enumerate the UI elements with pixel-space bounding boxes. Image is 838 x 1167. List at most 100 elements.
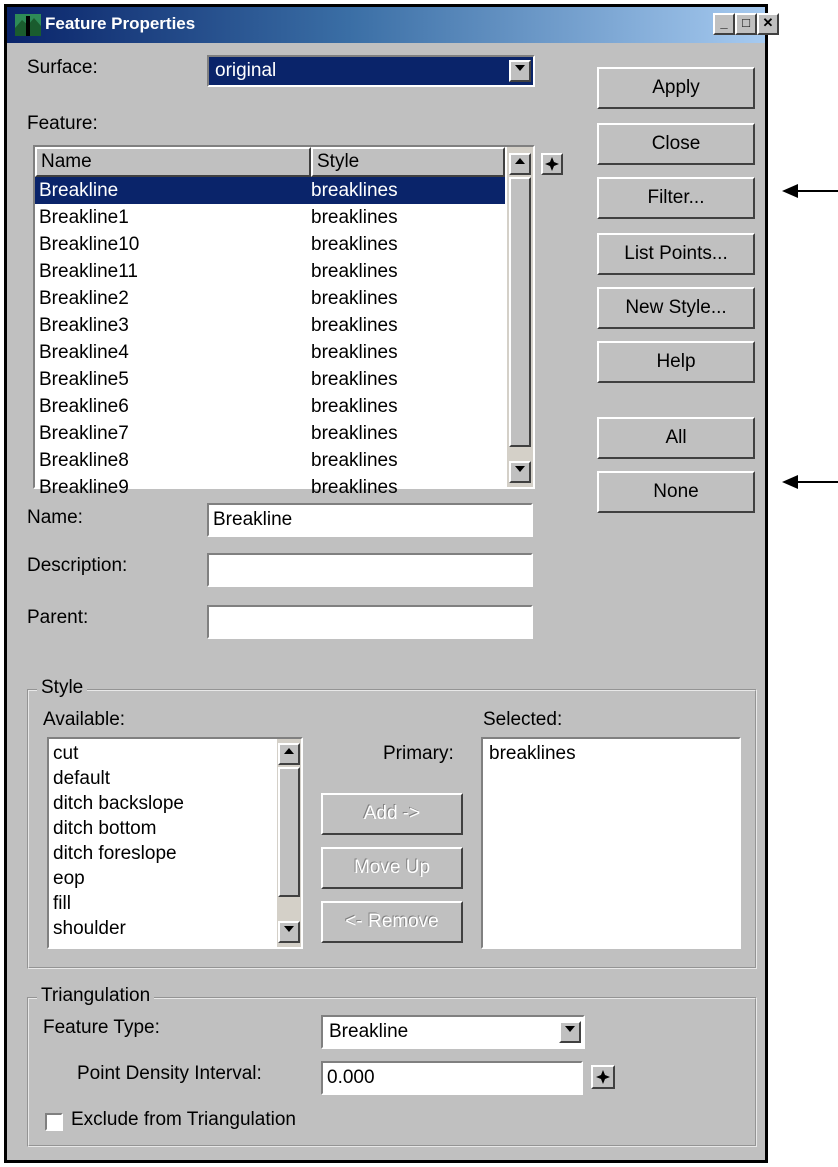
feature-type-label: Feature Type: [43,1017,160,1038]
feature-name-cell: Breakline11 [39,261,138,282]
scroll-thumb[interactable] [509,177,531,447]
table-row[interactable]: Breakline5 breaklines [35,366,505,393]
feature-name-cell: Breakline1 [39,207,129,228]
feature-list-scrollbar[interactable] [507,147,533,487]
feature-style-cell: breaklines [311,180,398,201]
title-bar[interactable]: Feature Properties _ □ ✕ [7,7,779,43]
list-item[interactable]: eop [53,866,85,891]
feature-label: Feature: [27,113,98,134]
feature-style-cell: breaklines [311,450,398,471]
table-row[interactable]: Breakline11 breaklines [35,258,505,285]
move-up-button[interactable]: Move Up [321,847,463,889]
close-window-button[interactable]: ✕ [757,13,779,35]
selected-label: Selected: [483,709,563,730]
all-button[interactable]: All [597,417,755,459]
maximize-icon: □ [742,15,750,30]
column-header-style[interactable]: Style [311,147,505,177]
parent-label: Parent: [27,607,89,628]
annotation-arrow-filter [782,184,838,198]
selected-styles-list[interactable]: breaklines [481,737,741,949]
surface-dropdown-button[interactable] [509,60,531,82]
list-item[interactable]: breaklines [489,741,576,766]
table-row[interactable]: Breakline6 breaklines [35,393,505,420]
apply-button[interactable]: Apply [597,67,755,109]
chevron-down-icon [284,926,294,932]
table-row[interactable]: Breakline9 breaklines [35,474,505,501]
list-item[interactable]: cut [53,741,78,766]
close-button[interactable]: Close [597,123,755,165]
table-row[interactable]: Breakline4 breaklines [35,339,505,366]
feature-name-cell: Breakline2 [39,288,129,309]
feature-style-cell: breaklines [311,342,398,363]
feature-style-cell: breaklines [311,288,398,309]
list-item[interactable]: ditch bottom [53,816,157,841]
list-item[interactable]: ditch foreslope [53,841,177,866]
annotation-arrow-none [782,475,838,489]
feature-style-cell: breaklines [311,315,398,336]
scroll-down-button[interactable] [509,461,531,483]
exclude-checkbox[interactable] [45,1113,63,1131]
list-item[interactable]: ditch backslope [53,791,184,816]
filter-button[interactable]: Filter... [597,177,755,219]
description-field[interactable] [207,553,533,587]
feature-style-cell: breaklines [311,396,398,417]
style-group-label: Style [37,677,88,699]
help-button[interactable]: Help [597,341,755,383]
name-field[interactable] [207,503,533,537]
feature-pick-button[interactable] [541,153,563,175]
point-density-pick-button[interactable] [591,1065,615,1089]
chevron-down-icon [565,1026,575,1032]
available-scroll-thumb[interactable] [278,767,300,897]
scroll-up-button[interactable] [509,153,531,175]
feature-name-cell: Breakline6 [39,396,129,417]
surface-dropdown[interactable]: original [207,55,535,87]
feature-type-dropdown-button[interactable] [559,1021,581,1043]
table-row[interactable]: Breakline7 breaklines [35,420,505,447]
feature-name-cell: Breakline4 [39,342,129,363]
name-label: Name: [27,507,83,528]
feature-name-cell: Breakline3 [39,315,129,336]
available-scroll-up-button[interactable] [278,743,300,765]
remove-button[interactable]: <- Remove [321,901,463,943]
chevron-up-icon [515,158,525,164]
add-button[interactable]: Add -> [321,793,463,835]
feature-list-header: Name Style [35,147,505,177]
maximize-button[interactable]: □ [735,13,757,35]
exclude-label: Exclude from Triangulation [71,1109,296,1130]
feature-type-dropdown[interactable]: Breakline [321,1015,585,1049]
available-styles-list[interactable]: cut default ditch backslope ditch bottom dit… [47,737,303,949]
list-item[interactable]: default [53,766,110,791]
column-header-name[interactable]: Name [35,147,311,177]
table-row[interactable]: Breakline breaklines [35,177,505,204]
minimize-button[interactable]: _ [713,13,735,35]
close-icon: ✕ [762,15,774,30]
window-title: Feature Properties [45,14,196,33]
chevron-down-icon [515,466,525,472]
app-icon [15,14,41,36]
feature-style-cell: breaklines [311,477,398,498]
feature-style-cell: breaklines [311,207,398,228]
table-row[interactable]: Breakline3 breaklines [35,312,505,339]
table-row[interactable]: Breakline10 breaklines [35,231,505,258]
primary-label: Primary: [383,743,454,764]
list-item[interactable]: fill [53,891,71,916]
feature-name-cell: Breakline10 [39,234,140,255]
chevron-up-icon [284,748,294,754]
surface-label: Surface: [27,57,98,78]
available-scroll-down-button[interactable] [278,921,300,943]
table-row[interactable]: Breakline2 breaklines [35,285,505,312]
feature-name-cell: Breakline8 [39,450,129,471]
new-style-button[interactable]: New Style... [597,287,755,329]
feature-style-cell: breaklines [311,261,398,282]
table-row[interactable]: Breakline8 breaklines [35,447,505,474]
available-scrollbar[interactable] [277,739,301,947]
feature-list[interactable]: Name Style Breakline breaklines Breakline1… [33,145,535,498]
none-button[interactable]: None [597,471,755,513]
parent-field[interactable] [207,605,533,639]
table-row[interactable]: Breakline1 breaklines [35,204,505,231]
point-density-field[interactable] [321,1061,583,1095]
feature-name-cell: Breakline5 [39,369,129,390]
list-points-button[interactable]: List Points... [597,233,755,275]
list-item[interactable]: shoulder [53,916,126,941]
feature-style-cell: breaklines [311,234,398,255]
